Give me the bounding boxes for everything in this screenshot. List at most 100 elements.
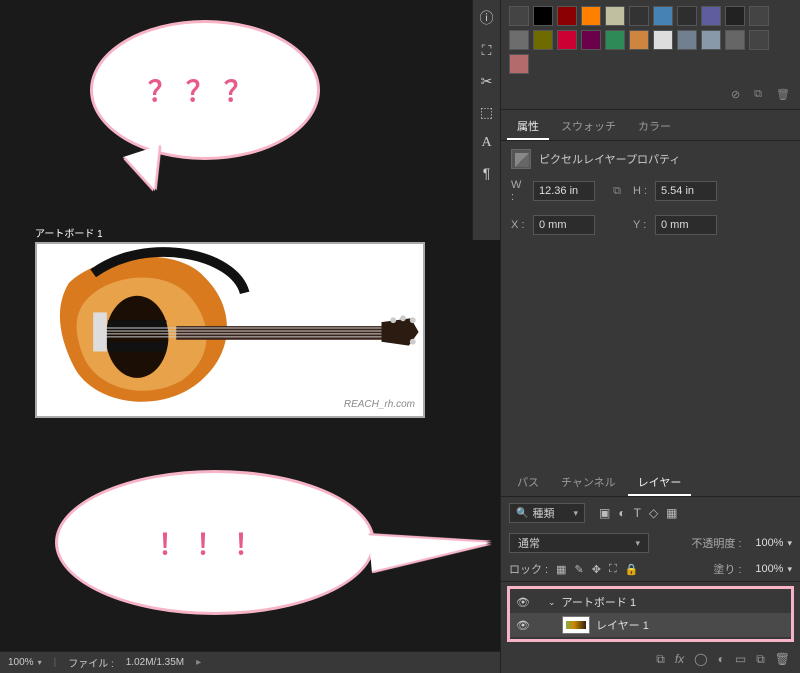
layer-filter-kind-label: 種類 (532, 505, 554, 521)
lock-artboard-icon[interactable]: ⛶ (609, 563, 617, 576)
opacity-value[interactable]: 100% (745, 537, 783, 549)
swatch[interactable] (581, 6, 601, 26)
delete-layer-icon[interactable]: 🗑 (775, 652, 790, 667)
bubble-top-text: ？？？ (148, 70, 262, 110)
file-label: ファイル : (68, 655, 114, 670)
layers-panel: パス チャンネル レイヤー 🔍 種類 ▾ ▣ ◐ T ◇ ▦ 通常 ▾ (501, 466, 800, 673)
x-input[interactable] (533, 215, 595, 235)
lock-paint-icon[interactable]: ✎ (575, 563, 584, 576)
deny-icon[interactable]: ⊘ (731, 88, 740, 101)
swatch[interactable] (629, 30, 649, 50)
swatch[interactable] (581, 30, 601, 50)
swatch[interactable] (605, 30, 625, 50)
tab-color[interactable]: カラー (628, 114, 681, 140)
scissors-icon[interactable]: ✂ (481, 73, 493, 90)
lock-label: ロック : (509, 561, 548, 577)
chevron-down-icon: ▾ (573, 508, 578, 519)
blend-mode-select[interactable]: 通常 ▾ (509, 533, 649, 553)
tab-paths[interactable]: パス (507, 470, 549, 496)
layer-tree-highlighted: 👁 ⌄ アートボード 1 👁 レイヤー 1 (507, 586, 794, 642)
filter-shape-icon[interactable]: ◇ (649, 506, 658, 520)
swatch[interactable] (509, 54, 529, 74)
filter-type-icon[interactable]: T (634, 506, 641, 520)
swatch[interactable] (653, 30, 673, 50)
swatch[interactable] (533, 30, 553, 50)
layers-tabs: パス チャンネル レイヤー (501, 466, 800, 497)
y-input[interactable] (655, 215, 717, 235)
layer-row-artboard[interactable]: 👁 ⌄ アートボード 1 (510, 591, 791, 613)
cube-icon[interactable]: ⬚ (480, 104, 493, 121)
chevron-down-icon[interactable]: ▾ (787, 538, 792, 549)
swatch[interactable] (653, 6, 673, 26)
right-panel: ⊘ ⧉ 🗑 属性 スウォッチ カラー ピクセルレイヤープロパティ W : ⧉ H… (500, 0, 800, 673)
swatch[interactable] (725, 6, 745, 26)
swatch[interactable] (749, 30, 769, 50)
swatch[interactable] (629, 6, 649, 26)
opacity-label: 不透明度 : (691, 535, 741, 551)
artboard[interactable]: REACH_rh.com (35, 242, 425, 418)
chevron-down-icon[interactable]: ⌄ (548, 597, 556, 608)
paragraph-icon[interactable]: ¶ (483, 165, 491, 181)
swatch[interactable] (677, 30, 697, 50)
lock-transparency-icon[interactable]: ▦ (556, 563, 566, 576)
swatches-section (501, 0, 800, 82)
info-icon[interactable]: ⓘ (480, 8, 494, 28)
canvas-area: アートボード 1 REACH_rh.com ？？？ ！！！ (0, 0, 480, 650)
swatch[interactable] (701, 30, 721, 50)
chevron-right-icon[interactable]: ▸ (196, 657, 201, 668)
link-layers-icon[interactable]: ⧉ (656, 652, 665, 667)
tab-properties[interactable]: 属性 (507, 114, 549, 140)
visibility-eye-icon[interactable]: 👁 (516, 596, 530, 609)
filter-smart-icon[interactable]: ▦ (666, 506, 677, 520)
new-swatch-icon[interactable]: ⧉ (754, 88, 762, 101)
width-input[interactable] (533, 181, 595, 201)
type-icon[interactable]: A (481, 135, 491, 151)
fx-icon[interactable]: fx (675, 652, 684, 667)
swatch[interactable] (509, 30, 529, 50)
bubble-bottom-text: ！！！ (158, 523, 272, 563)
fill-value[interactable]: 100% (745, 563, 783, 575)
tab-channels[interactable]: チャンネル (551, 470, 626, 496)
layer-filter-kind[interactable]: 🔍 種類 ▾ (509, 503, 585, 523)
zoom-value[interactable]: 100% (8, 657, 42, 668)
artboard-label: アートボード 1 (35, 225, 103, 240)
swatch[interactable] (725, 30, 745, 50)
visibility-eye-icon[interactable]: 👁 (516, 619, 530, 632)
trash-icon[interactable]: 🗑 (776, 88, 790, 101)
tool-icon-column: ⓘ ⛶ ✂ ⬚ A ¶ (472, 0, 500, 240)
properties-tabs: 属性 スウォッチ カラー (501, 110, 800, 141)
filter-adjust-icon[interactable]: ◐ (618, 506, 625, 520)
swatch[interactable] (557, 30, 577, 50)
swatch[interactable] (677, 6, 697, 26)
properties-panel: ピクセルレイヤープロパティ W : ⧉ H : X : Y : (501, 141, 800, 251)
speech-bubble-bottom: ！！！ (55, 470, 375, 615)
mask-icon[interactable]: ◯ (694, 652, 707, 667)
lock-position-icon[interactable]: ✥ (592, 563, 601, 576)
swatch[interactable] (509, 6, 529, 26)
swatch[interactable] (749, 6, 769, 26)
adjustment-layer-icon[interactable]: ◐ (718, 652, 725, 667)
height-label: H : (633, 185, 649, 197)
tab-layers[interactable]: レイヤー (628, 470, 692, 496)
swatch[interactable] (557, 6, 577, 26)
swatch[interactable] (533, 6, 553, 26)
artboard-name: アートボード 1 (562, 594, 637, 610)
tab-swatches[interactable]: スウォッチ (551, 114, 626, 140)
filter-image-icon[interactable]: ▣ (599, 506, 610, 520)
layer-thumbnail[interactable] (562, 616, 590, 634)
swatch[interactable] (605, 6, 625, 26)
blend-mode-label: 通常 (518, 535, 540, 551)
x-label: X : (511, 219, 527, 231)
y-label: Y : (633, 219, 649, 231)
group-icon[interactable]: ▭ (735, 652, 746, 667)
layers-footer-icons: ⧉ fx ◯ ◐ ▭ ⧉ 🗑 (501, 646, 800, 673)
file-size: 1.02M/1.35M (126, 657, 184, 668)
stamp-icon[interactable]: ⛶ (482, 42, 492, 59)
height-input[interactable] (655, 181, 717, 201)
new-layer-icon[interactable]: ⧉ (756, 652, 765, 667)
swatch[interactable] (701, 6, 721, 26)
lock-all-icon[interactable]: 🔒 (625, 563, 639, 576)
layer-row-layer1[interactable]: 👁 レイヤー 1 (510, 613, 791, 637)
link-wh-icon[interactable]: ⧉ (607, 185, 627, 198)
chevron-down-icon[interactable]: ▾ (787, 564, 792, 575)
